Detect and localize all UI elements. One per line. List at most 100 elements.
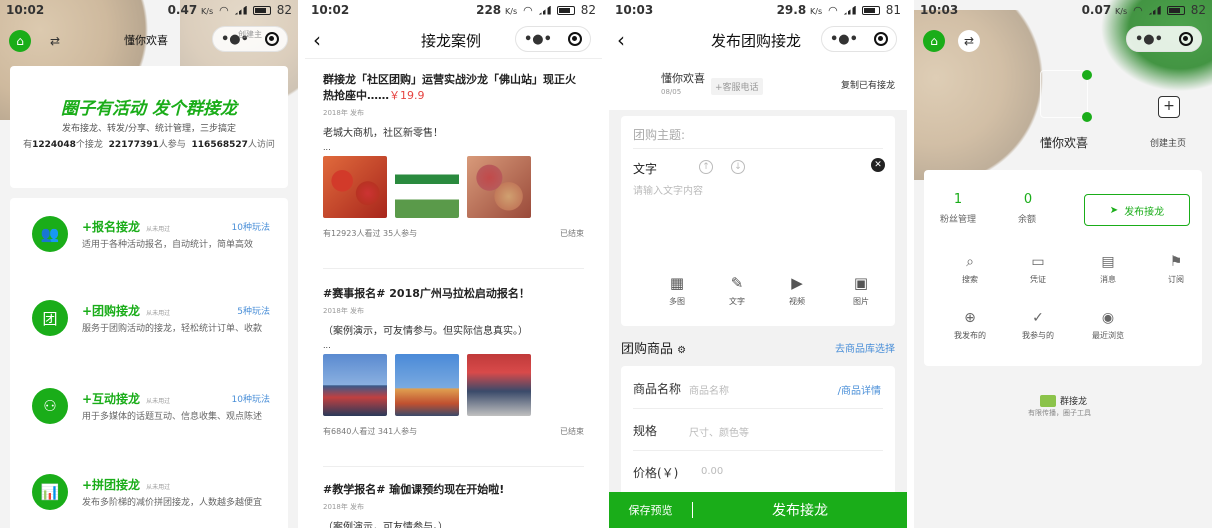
service-phone-button[interactable]: +客服电话	[711, 78, 763, 95]
banner-card: 圈子有活动 发个群接龙 发布接龙、转发/分享、统计管理，三步搞定 有122404…	[10, 66, 288, 188]
balance-amount: 0	[1023, 192, 1033, 207]
switch-icon[interactable]: ⇄	[44, 30, 66, 52]
wifi-icon: ◠	[1133, 3, 1143, 17]
menu-recent[interactable]: ◉ 最近浏览	[1078, 310, 1138, 341]
field-label: 价格(￥)	[633, 466, 679, 480]
close-mini-icon[interactable]	[1178, 32, 1193, 46]
case-stats: 有12923人看过 35人参与	[323, 229, 418, 238]
feature-item-pintuan[interactable]: 📊 +拼团接龙 从未用过 发布多阶梯的减价拼团接龙，人数越多越便宜	[10, 456, 288, 528]
case-year: 2018年 发布	[323, 109, 365, 117]
tool-text[interactable]: ✎ 文字	[717, 274, 757, 307]
switch-icon[interactable]: ⇄	[958, 30, 980, 52]
race-image[interactable]	[467, 354, 531, 416]
publish-button[interactable]: ➤ 发布接龙	[1084, 194, 1190, 226]
case-text: （案例演示，可友情参与。）	[323, 522, 448, 528]
fruit-image[interactable]	[467, 156, 531, 218]
brand-logo-icon	[1040, 394, 1056, 407]
feature-plays[interactable]: 10种玩法	[232, 220, 270, 233]
capsule-menu[interactable]: •●•	[1126, 26, 1202, 52]
bottom-action-bar: 保存预览 发布接龙	[609, 492, 907, 528]
goods-detail-link[interactable]: /商品详情	[838, 382, 881, 397]
case-year: 2018年 发布	[323, 307, 365, 315]
divider	[633, 148, 883, 149]
online-dot	[1082, 112, 1092, 122]
send-icon: ➤	[1109, 204, 1119, 216]
capsule-menu[interactable]: •●•	[821, 26, 897, 52]
capsule-menu[interactable]: •●•	[515, 26, 591, 52]
price-input[interactable]: 0.00	[701, 466, 723, 477]
add-icon[interactable]: +	[1158, 96, 1180, 118]
status-bar: 10:03 29.8 K/s ◠ 81	[609, 0, 907, 20]
back-icon[interactable]: ‹	[617, 28, 625, 52]
status-time: 10:03	[920, 3, 959, 17]
copy-existing-link[interactable]: 复制已有接龙	[841, 78, 895, 91]
create-home-button[interactable]: 创建主页	[1150, 136, 1186, 149]
feature-plays[interactable]: 5种玩法	[237, 304, 270, 317]
user-name: 懂你欢喜	[1040, 136, 1089, 150]
panel-profile: 10:03 0.07 K/s ◠ 82 ⌂ ⇄ •●• 懂你欢喜 + 创建主页 …	[914, 0, 1212, 528]
panel-home: 10:02 0.47 K/s ◠ 82 ⌂ ⇄ 懂你欢喜 •●• 创建主 圈子有…	[0, 0, 298, 528]
feature-item-signup[interactable]: 👥 +报名接龙 从未用过 10种玩法 适用于各种活动报名，自动统计，简单高效	[10, 198, 288, 278]
page-title: 懂你欢喜	[124, 34, 168, 47]
case-text: （案例演示，可友情参与。但实际信息真实。）	[323, 326, 528, 337]
balance-link[interactable]: 余额	[1018, 212, 1036, 225]
delete-icon[interactable]: ✕	[871, 158, 885, 172]
goods-form: 商品名称 商品名称 /商品详情 规格 尺寸、颜色等 价格(￥) 0.00	[621, 366, 895, 496]
move-down-icon[interactable]: ↓	[731, 160, 745, 174]
publish-button[interactable]: 发布接龙	[693, 500, 907, 520]
save-preview-button[interactable]: 保存预览	[609, 502, 693, 518]
spec-input[interactable]: 尺寸、颜色等	[689, 424, 749, 439]
more-icon[interactable]: •●•	[524, 32, 552, 47]
menu-my-joined[interactable]: ✓ 我参与的	[1008, 310, 1068, 341]
menu-subscribe[interactable]: ⚑ 订阅	[1146, 254, 1206, 285]
tool-image[interactable]: ▣ 图片	[841, 274, 881, 307]
apple-image[interactable]	[323, 156, 387, 218]
close-mini-icon[interactable]	[873, 32, 888, 46]
move-up-icon[interactable]: ↑	[699, 160, 713, 174]
text-label: 文字	[633, 162, 658, 176]
goods-library-link[interactable]: 去商品库选择	[835, 340, 895, 355]
more-icon[interactable]: •●•	[1135, 32, 1163, 47]
people-icon: 👥	[32, 216, 68, 252]
tool-multi-image[interactable]: ▦ 多图	[657, 274, 697, 307]
brand-name: 群接龙	[1060, 397, 1088, 407]
signal-icon	[1148, 5, 1161, 15]
home-icon[interactable]: ⌂	[9, 30, 31, 52]
status-time: 10:03	[615, 3, 654, 17]
goods-name-input[interactable]: 商品名称	[689, 382, 729, 397]
menu-ticket[interactable]: ▭ 凭证	[1008, 254, 1068, 285]
field-label: 商品名称	[633, 382, 682, 396]
menu-search[interactable]: ⌕ 搜索	[940, 254, 1000, 285]
topic-input[interactable]: 团购主题:	[633, 126, 685, 143]
case-item[interactable]: 群接龙「社区团购」运营实战沙龙「佛山站」现正火热抢座中……￥19.9 2018年…	[323, 72, 584, 239]
battery-icon	[1166, 5, 1185, 15]
feature-plays[interactable]: 10种玩法	[232, 392, 270, 405]
tool-video[interactable]: ▶ 视频	[777, 274, 817, 307]
case-item[interactable]: #赛事报名# 2018广州马拉松启动报名！ 2018年 发布 （案例演示，可友情…	[323, 286, 584, 437]
feature-item-interact[interactable]: ⚇ +互动接龙 从未用过 10种玩法 用于多媒体的话题互动、信息收集、观点陈述	[10, 370, 288, 450]
marathon-image[interactable]	[323, 354, 387, 416]
brand: 群接龙	[1040, 394, 1087, 407]
divider	[633, 450, 883, 451]
salon-image[interactable]	[395, 156, 459, 218]
fans-management-link[interactable]: 粉丝管理	[940, 212, 976, 225]
menu-message[interactable]: ▤ 消息	[1078, 254, 1138, 285]
runner-image[interactable]	[395, 354, 459, 416]
back-icon[interactable]: ‹	[313, 28, 321, 52]
menu-my-published[interactable]: ⊕ 我发布的	[940, 310, 1000, 341]
avatar[interactable]	[1040, 70, 1088, 118]
feature-item-groupbuy[interactable]: 团 +团购接龙 从未用过 5种玩法 服务于团购活动的接龙，轻松统计订单、收款	[10, 282, 288, 362]
settings-icon[interactable]: ⚙	[677, 345, 686, 356]
case-item[interactable]: #教学报名# 瑜伽课预约现在开始啦! 2018年 发布 （案例演示，可友情参与。…	[323, 482, 584, 528]
more-icon[interactable]: •●•	[830, 32, 858, 47]
net-speed: 228 K/s	[476, 3, 518, 17]
close-mini-icon[interactable]	[264, 32, 279, 46]
wifi-icon: ◠	[219, 3, 229, 17]
feature-desc: 用于多媒体的话题互动、信息收集、观点陈述	[82, 412, 263, 422]
status-bar: 10:02 228 K/s ◠ 82	[305, 0, 602, 20]
home-icon[interactable]: ⌂	[923, 30, 945, 52]
text-content-input[interactable]: 请输入文字内容	[633, 182, 703, 197]
close-mini-icon[interactable]	[567, 32, 582, 46]
create-home-overlay: 创建主	[238, 30, 262, 39]
feature-desc: 服务于团购活动的接龙，轻松统计订单、收款	[82, 324, 263, 334]
